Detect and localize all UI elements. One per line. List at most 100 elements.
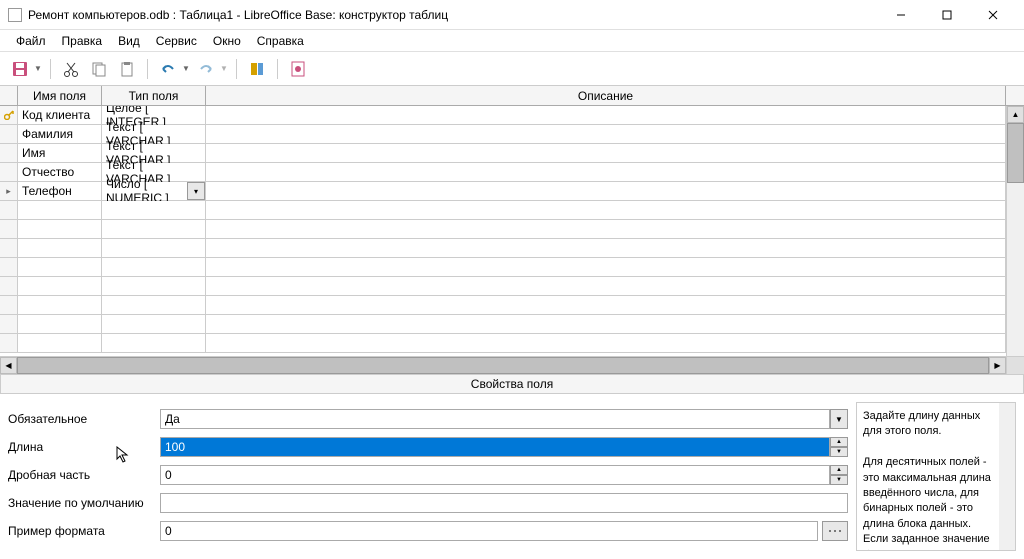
table-row[interactable] bbox=[0, 239, 1024, 258]
row-marker[interactable] bbox=[0, 296, 18, 314]
row-marker[interactable] bbox=[0, 201, 18, 219]
maximize-button[interactable] bbox=[924, 0, 970, 30]
table-row[interactable] bbox=[0, 258, 1024, 277]
minimize-button[interactable] bbox=[878, 0, 924, 30]
scroll-right-arrow[interactable]: ▶ bbox=[989, 357, 1006, 374]
row-marker[interactable] bbox=[0, 125, 18, 143]
field-name-cell[interactable]: Имя bbox=[18, 144, 102, 162]
field-name-cell[interactable] bbox=[18, 315, 102, 333]
cut-icon[interactable] bbox=[59, 57, 83, 81]
field-type-cell[interactable] bbox=[102, 277, 206, 295]
field-desc-cell[interactable] bbox=[206, 144, 1006, 162]
scroll-left-arrow[interactable]: ◀ bbox=[0, 357, 17, 374]
save-dropdown[interactable]: ▼ bbox=[34, 64, 42, 73]
undo-icon[interactable] bbox=[156, 57, 180, 81]
row-marker[interactable] bbox=[0, 163, 18, 181]
field-desc-cell[interactable] bbox=[206, 125, 1006, 143]
help-scrollbar[interactable] bbox=[999, 403, 1015, 550]
length-input[interactable] bbox=[160, 437, 830, 457]
save-icon[interactable] bbox=[8, 57, 32, 81]
undo-dropdown[interactable]: ▼ bbox=[182, 64, 190, 73]
field-type-dropdown-icon[interactable]: ▾ bbox=[187, 182, 205, 200]
length-spin-up-icon[interactable]: ▲ bbox=[830, 437, 848, 447]
field-type-cell[interactable] bbox=[102, 201, 206, 219]
default-input[interactable] bbox=[160, 493, 848, 513]
row-marker[interactable] bbox=[0, 334, 18, 352]
field-desc-cell[interactable] bbox=[206, 220, 1006, 238]
field-desc-cell[interactable] bbox=[206, 296, 1006, 314]
row-marker[interactable] bbox=[0, 277, 18, 295]
field-name-cell[interactable]: Отчество bbox=[18, 163, 102, 181]
grid-vertical-scrollbar[interactable]: ▲ bbox=[1006, 106, 1024, 356]
scroll-up-arrow[interactable]: ▲ bbox=[1007, 106, 1024, 123]
field-type-cell[interactable] bbox=[102, 296, 206, 314]
field-type-cell[interactable] bbox=[102, 220, 206, 238]
primary-key-icon[interactable] bbox=[286, 57, 310, 81]
menu-help[interactable]: Справка bbox=[249, 32, 312, 50]
field-desc-cell[interactable] bbox=[206, 334, 1006, 352]
field-desc-cell[interactable] bbox=[206, 201, 1006, 219]
grid-header-desc[interactable]: Описание bbox=[206, 86, 1006, 105]
decimal-spin-up-icon[interactable]: ▲ bbox=[830, 465, 848, 475]
table-row[interactable]: ▸ТелефонЧисло [ NUMERIC ]▾ bbox=[0, 182, 1024, 201]
grid-header-type[interactable]: Тип поля bbox=[102, 86, 206, 105]
field-name-cell[interactable] bbox=[18, 258, 102, 276]
table-row[interactable] bbox=[0, 220, 1024, 239]
menu-edit[interactable]: Правка bbox=[54, 32, 111, 50]
required-dropdown-icon[interactable]: ▼ bbox=[830, 409, 848, 429]
field-name-cell[interactable]: Фамилия bbox=[18, 125, 102, 143]
field-desc-cell[interactable] bbox=[206, 163, 1006, 181]
field-desc-cell[interactable] bbox=[206, 258, 1006, 276]
field-desc-cell[interactable] bbox=[206, 182, 1006, 200]
length-spin-down-icon[interactable]: ▼ bbox=[830, 447, 848, 457]
table-row[interactable] bbox=[0, 201, 1024, 220]
format-input[interactable] bbox=[160, 521, 818, 541]
menu-view[interactable]: Вид bbox=[110, 32, 148, 50]
copy-icon[interactable] bbox=[87, 57, 111, 81]
row-marker[interactable] bbox=[0, 258, 18, 276]
table-row[interactable] bbox=[0, 315, 1024, 334]
close-button[interactable] bbox=[970, 0, 1016, 30]
grid-header-rowselector[interactable] bbox=[0, 86, 18, 105]
field-name-cell[interactable] bbox=[18, 239, 102, 257]
field-type-cell[interactable] bbox=[102, 315, 206, 333]
table-row[interactable] bbox=[0, 277, 1024, 296]
grid-horizontal-scrollbar[interactable]: ◀ ▶ bbox=[0, 356, 1024, 374]
table-row[interactable] bbox=[0, 334, 1024, 353]
field-type-cell[interactable] bbox=[102, 239, 206, 257]
index-design-icon[interactable] bbox=[245, 57, 269, 81]
row-marker[interactable]: ▸ bbox=[0, 182, 18, 200]
field-type-cell[interactable]: Число [ NUMERIC ]▾ bbox=[102, 182, 206, 200]
decimal-spin-down-icon[interactable]: ▼ bbox=[830, 475, 848, 485]
row-marker[interactable] bbox=[0, 106, 18, 124]
field-desc-cell[interactable] bbox=[206, 315, 1006, 333]
field-desc-cell[interactable] bbox=[206, 239, 1006, 257]
field-type-cell[interactable] bbox=[102, 258, 206, 276]
row-marker[interactable] bbox=[0, 315, 18, 333]
field-name-cell[interactable] bbox=[18, 201, 102, 219]
required-input[interactable] bbox=[160, 409, 830, 429]
field-name-cell[interactable] bbox=[18, 296, 102, 314]
menu-window[interactable]: Окно bbox=[205, 32, 249, 50]
row-marker[interactable] bbox=[0, 239, 18, 257]
row-marker[interactable] bbox=[0, 220, 18, 238]
table-row[interactable] bbox=[0, 296, 1024, 315]
paste-icon[interactable] bbox=[115, 57, 139, 81]
redo-dropdown[interactable]: ▼ bbox=[220, 64, 228, 73]
grid-header-name[interactable]: Имя поля bbox=[18, 86, 102, 105]
field-type-cell[interactable] bbox=[102, 334, 206, 352]
field-name-cell[interactable] bbox=[18, 277, 102, 295]
scroll-thumb-v[interactable] bbox=[1007, 123, 1024, 183]
row-marker[interactable] bbox=[0, 144, 18, 162]
menu-file[interactable]: Файл bbox=[8, 32, 54, 50]
field-desc-cell[interactable] bbox=[206, 277, 1006, 295]
decimal-input[interactable] bbox=[160, 465, 830, 485]
format-browse-button[interactable] bbox=[822, 521, 848, 541]
field-name-cell[interactable] bbox=[18, 334, 102, 352]
field-name-cell[interactable]: Код клиента bbox=[18, 106, 102, 124]
grid-body[interactable]: Код клиентаЦелое [ INTEGER ]ФамилияТекст… bbox=[0, 106, 1024, 356]
scroll-thumb-h[interactable] bbox=[17, 357, 989, 374]
menu-tools[interactable]: Сервис bbox=[148, 32, 205, 50]
redo-icon[interactable] bbox=[194, 57, 218, 81]
field-desc-cell[interactable] bbox=[206, 106, 1006, 124]
